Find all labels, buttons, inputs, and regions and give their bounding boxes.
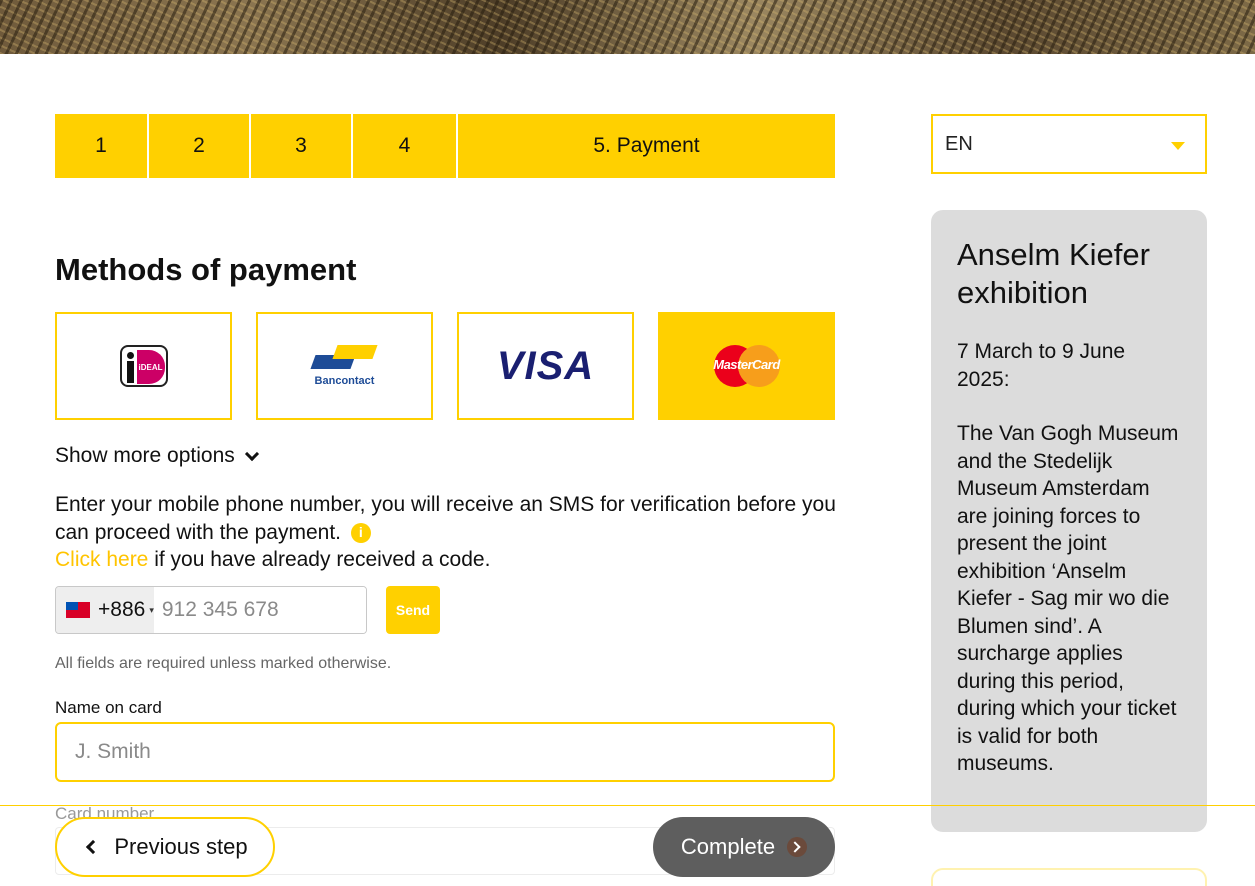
received-code-text: if you have already received a code. [148, 548, 491, 571]
bancontact-logo: Bancontact [309, 345, 378, 387]
chevron-down-icon [244, 446, 259, 461]
name-on-card-input[interactable] [55, 722, 835, 782]
step-3[interactable]: 3 [251, 114, 353, 178]
exhibition-dates: 7 March to 9 June 2025: [957, 340, 1126, 391]
payment-method-bancontact[interactable]: Bancontact [256, 312, 433, 420]
exhibition-description: The Van Gogh Museum and the Stedelijk Mu… [957, 422, 1179, 775]
complete-label: Complete [680, 834, 776, 859]
language-select[interactable]: EN [931, 114, 1207, 174]
show-more-label: Show more options [55, 444, 235, 467]
step-2[interactable]: 2 [149, 114, 251, 178]
payment-method-visa[interactable]: VISA [457, 312, 634, 420]
previous-step-button[interactable]: Previous step [55, 817, 275, 877]
country-code: +886 [98, 598, 146, 621]
mastercard-logo: MasterCard [713, 345, 780, 387]
payment-methods: iDEAL Bancontact VISA MasterCard [55, 312, 835, 420]
country-code-select[interactable]: +886 ▾ [56, 587, 154, 633]
footer-divider [0, 805, 1255, 806]
taiwan-flag-icon [66, 602, 90, 618]
info-icon[interactable]: i [350, 522, 371, 543]
language-value: EN [945, 132, 973, 155]
sms-instructions: Enter your mobile phone number, you will… [55, 491, 845, 574]
chevron-down-icon [1171, 142, 1185, 150]
step-1[interactable]: 1 [55, 114, 149, 178]
show-more-options-toggle[interactable]: Show more options [55, 444, 259, 468]
send-sms-button[interactable]: Send [386, 586, 440, 634]
phone-field: +886 ▾ [55, 586, 367, 634]
exhibition-info-panel: Anselm Kiefer exhibition 7 March to 9 Ju… [931, 210, 1207, 832]
received-code-link[interactable]: Click here [55, 548, 148, 571]
exhibition-title: Anselm Kiefer exhibition [957, 237, 1150, 310]
ideal-logo: iDEAL [119, 345, 168, 387]
name-on-card-label: Name on card [55, 698, 162, 717]
step-4[interactable]: 4 [353, 114, 458, 178]
chevron-left-icon [86, 839, 101, 855]
step-5-payment: 5. Payment [593, 134, 700, 157]
secondary-panel [931, 868, 1207, 886]
payment-method-mastercard[interactable]: MasterCard [658, 312, 835, 420]
sms-instructions-text: Enter your mobile phone number, you will… [55, 493, 836, 544]
previous-step-label: Previous step [114, 834, 248, 859]
visa-logo: VISA [496, 343, 595, 388]
checkout-steps: 1 2 3 4 5. Payment [55, 114, 835, 178]
phone-number-input[interactable] [153, 587, 366, 633]
required-note: All fields are required unless marked ot… [55, 655, 392, 672]
chevron-right-icon [787, 837, 808, 857]
payment-methods-title: Methods of payment [55, 252, 357, 287]
payment-method-ideal[interactable]: iDEAL [55, 312, 232, 420]
complete-button[interactable]: Complete [653, 817, 835, 877]
hero-banner-image [0, 0, 1255, 54]
